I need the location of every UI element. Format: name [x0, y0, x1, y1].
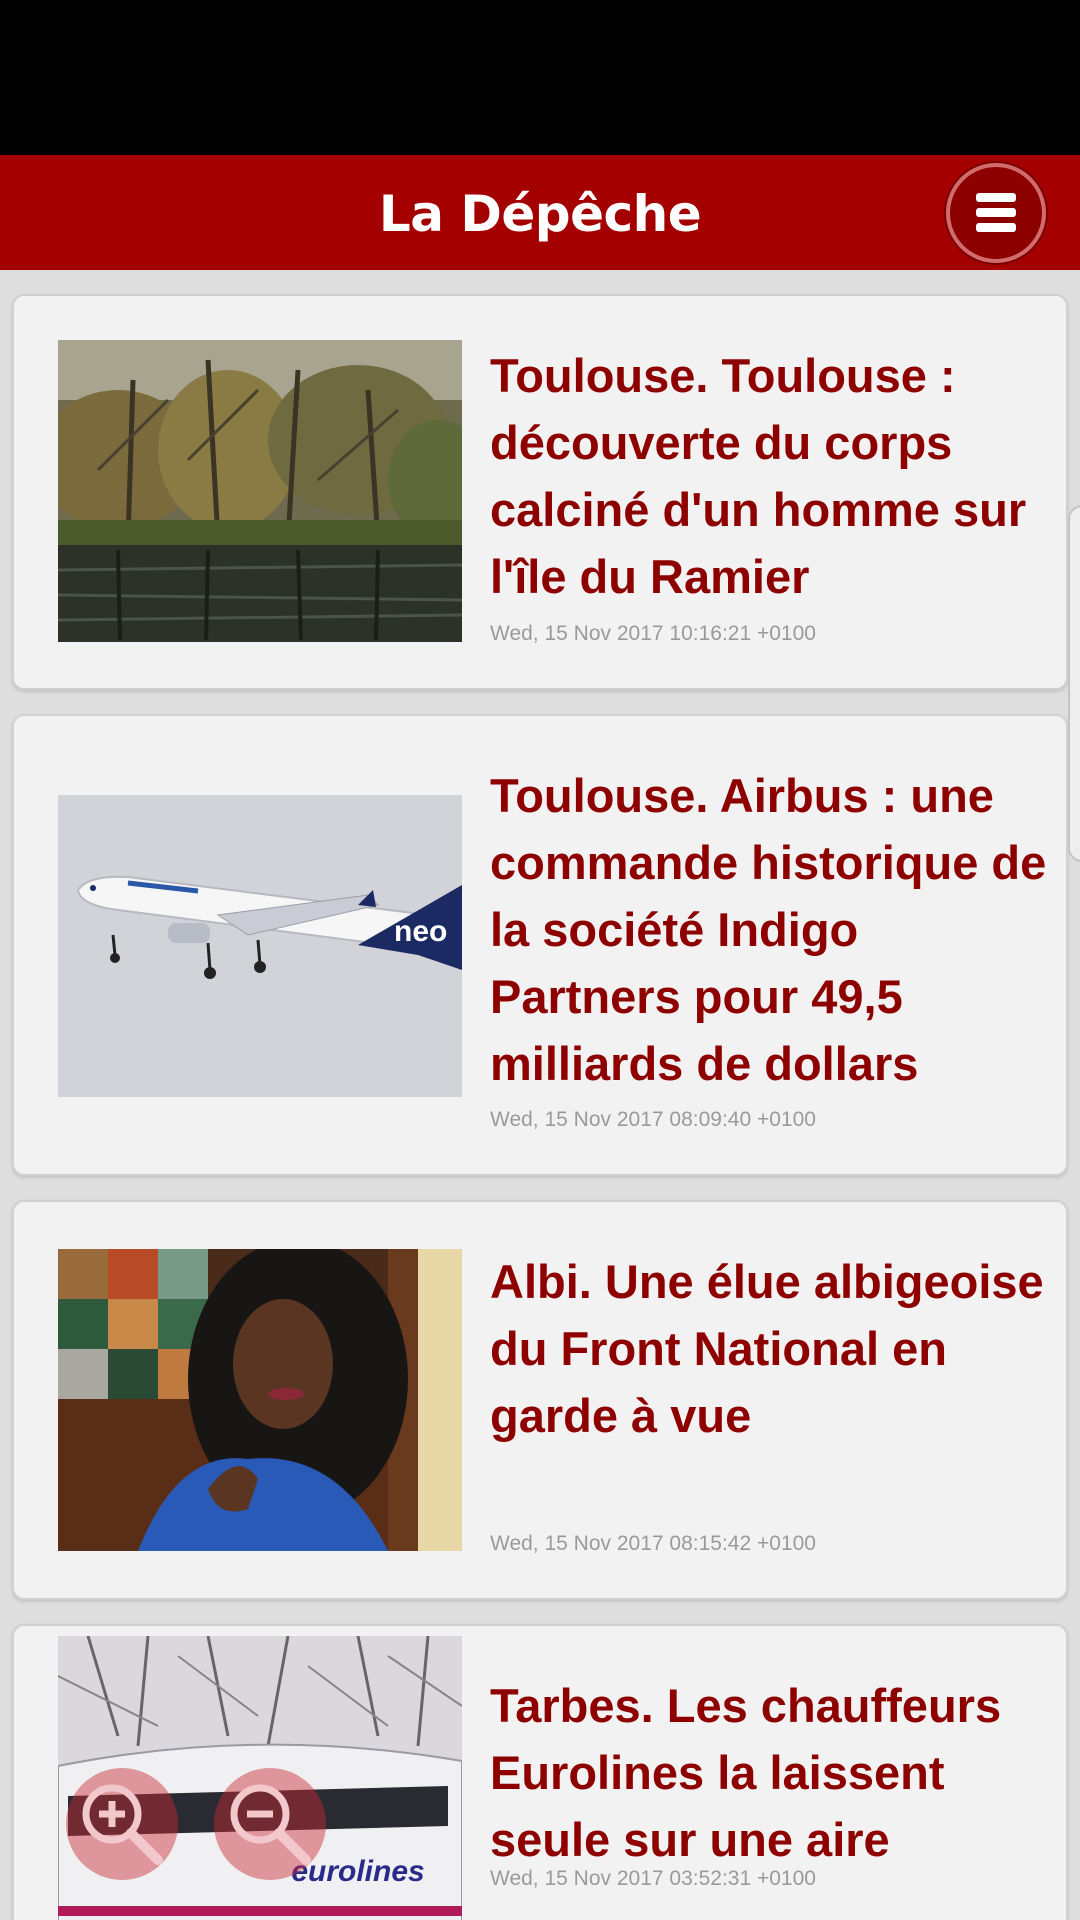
zoom-out-button[interactable]: [214, 1768, 326, 1880]
status-bar: [0, 0, 1080, 155]
river-trees-photo: [58, 340, 462, 642]
airbus-plane-photo: neo: [58, 795, 462, 1097]
article-thumbnail[interactable]: neo: [58, 795, 462, 1097]
article-date: Wed, 15 Nov 2017 08:15:42 +0100: [490, 1532, 816, 1555]
app-header: La Dépêche: [0, 155, 1080, 270]
plane-livery-text: neo: [394, 915, 447, 948]
hamburger-menu-icon: [976, 193, 1016, 202]
article-thumbnail[interactable]: [58, 1249, 462, 1551]
app-title: La Dépêche: [378, 185, 702, 243]
article-thumbnail[interactable]: [58, 340, 462, 642]
article-headline[interactable]: Toulouse. Toulouse : découverte du corps…: [490, 342, 1050, 610]
zoom-out-icon: [230, 1784, 311, 1865]
zoom-in-icon: [82, 1784, 163, 1865]
article-date: Wed, 15 Nov 2017 03:52:31 +0100: [490, 1867, 816, 1890]
article-card[interactable]: Albi. Une élue albigeoise du Front Natio…: [12, 1200, 1068, 1600]
menu-button[interactable]: [946, 163, 1046, 263]
article-headline[interactable]: Albi. Une élue albigeoise du Front Natio…: [490, 1248, 1050, 1449]
article-card[interactable]: Toulouse. Toulouse : découverte du corps…: [12, 294, 1068, 690]
woman-portrait-photo: [58, 1249, 462, 1551]
article-headline[interactable]: Tarbes. Les chauffeurs Eurolines la lais…: [490, 1672, 1050, 1873]
zoom-in-button[interactable]: [66, 1768, 178, 1880]
article-list[interactable]: Toulouse. Toulouse : découverte du corps…: [0, 270, 1080, 1920]
article-date: Wed, 15 Nov 2017 10:16:21 +0100: [490, 622, 816, 645]
article-headline[interactable]: Toulouse. Airbus : une commande historiq…: [490, 762, 1050, 1097]
article-card[interactable]: neo Toulouse. Airbus : une commande hist…: [12, 714, 1068, 1176]
scroll-handle[interactable]: [1068, 505, 1080, 862]
article-date: Wed, 15 Nov 2017 08:09:40 +0100: [490, 1108, 816, 1131]
